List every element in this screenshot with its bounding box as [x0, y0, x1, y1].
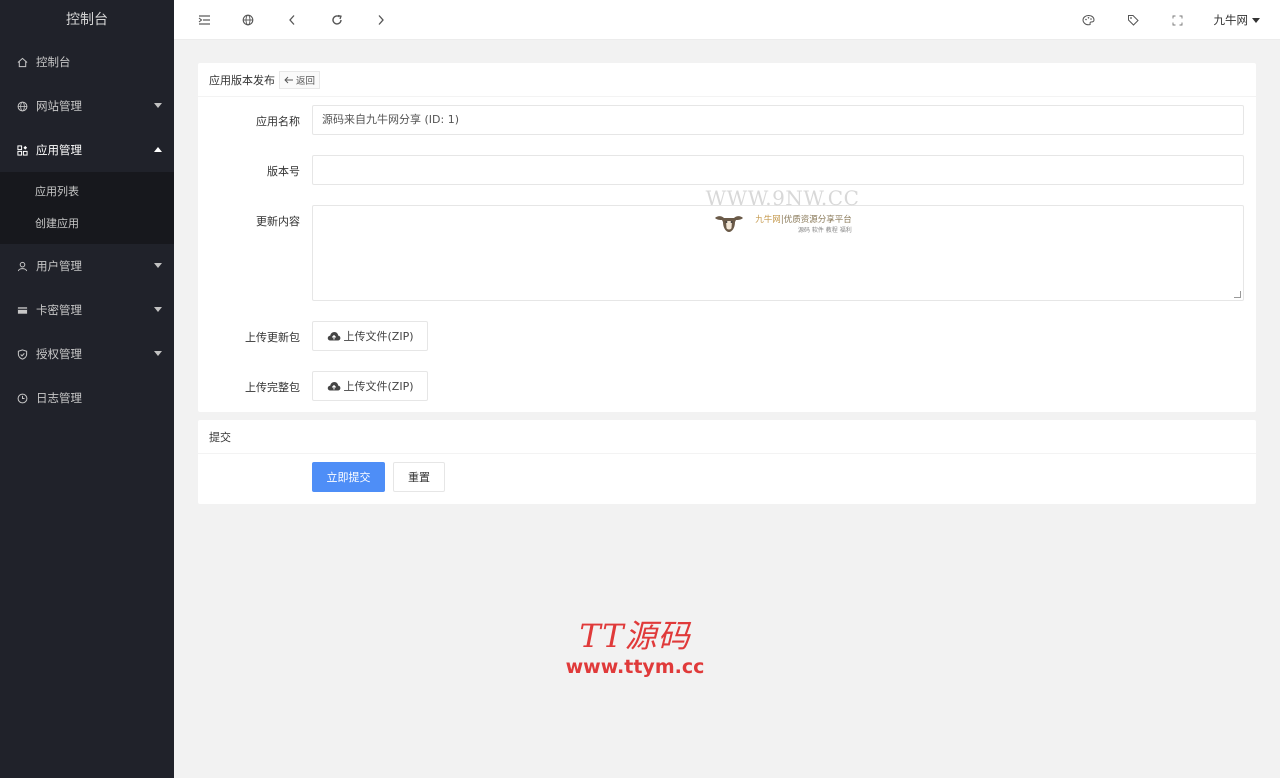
sidebar-item-label: 卡密管理 [36, 303, 82, 317]
upload-update-package-button[interactable]: 上传文件(ZIP) [312, 321, 428, 351]
cloud-upload-icon [327, 332, 340, 341]
sidebar: 控制台 控制台 网站管理 应用管理 应用列表 创建应用 用户管理 卡密管理 授权… [0, 0, 174, 778]
caret-down-icon [154, 103, 162, 108]
watermark-url: WWW.9NW.CC [705, 186, 860, 210]
sidebar-item-dashboard[interactable]: 控制台 [0, 40, 174, 84]
card-header: 应用版本发布 返回 [198, 63, 1256, 97]
sidebar-item-logs[interactable]: 日志管理 [0, 376, 174, 420]
watermark-tags: 源码 软件 教程 福利 [797, 226, 852, 234]
form-row-full-package: 上传完整包 上传文件(ZIP) [198, 371, 1256, 401]
app-name-input[interactable]: 源码来自九牛网分享 (ID: 1) [312, 105, 1244, 135]
sidebar-item-label: 用户管理 [36, 259, 82, 273]
form-row-version: 版本号 [198, 155, 1256, 185]
page-title: 应用版本发布 [209, 73, 275, 87]
resize-grip-icon[interactable] [1234, 291, 1241, 298]
sidebar-title[interactable]: 控制台 [0, 0, 174, 40]
sidebar-item-apps[interactable]: 应用管理 [0, 128, 174, 172]
user-icon [16, 260, 28, 272]
submenu-item-create-app[interactable]: 创建应用 [0, 208, 174, 240]
caret-down-icon [1252, 17, 1260, 23]
card-header: 提交 [198, 420, 1256, 454]
caret-down-icon [154, 307, 162, 312]
version-form-card: 应用版本发布 返回 应用名称 源码来自九牛网分享 (ID: 1) 版本号 更新内… [198, 63, 1256, 412]
version-input[interactable] [312, 155, 1244, 185]
clock-icon [16, 392, 28, 404]
sidebar-item-website[interactable]: 网站管理 [0, 84, 174, 128]
submit-button[interactable]: 立即提交 [312, 462, 385, 492]
upload-button-label: 上传文件(ZIP) [343, 380, 414, 393]
sidebar-item-label: 网站管理 [36, 99, 82, 113]
caret-down-icon [154, 351, 162, 356]
card-icon [16, 304, 28, 316]
sidebar-item-license[interactable]: 授权管理 [0, 332, 174, 376]
watermark-ttym-url: www.ttym.cc [565, 656, 705, 678]
globe-icon[interactable] [236, 0, 260, 40]
watermark-brand-row: 九牛网|优质资源分享平台 源码 软件 教程 福利 [700, 212, 865, 234]
sidebar-item-label: 应用管理 [36, 143, 82, 157]
form-row-app-name: 应用名称 源码来自九牛网分享 (ID: 1) [198, 105, 1256, 135]
version-label: 版本号 [267, 165, 300, 178]
back-button[interactable]: 返回 [279, 70, 321, 89]
caret-up-icon [154, 147, 162, 152]
form-row-update-package: 上传更新包 上传文件(ZIP) [198, 321, 1256, 351]
sidebar-item-label: 控制台 [36, 55, 71, 69]
palette-icon[interactable] [1076, 0, 1100, 40]
submit-card-title: 提交 [209, 430, 231, 444]
content-label: 更新内容 [256, 215, 300, 228]
menu-fold-icon[interactable] [192, 0, 216, 40]
globe-icon [16, 100, 28, 112]
sidebar-item-users[interactable]: 用户管理 [0, 244, 174, 288]
tag-icon[interactable] [1121, 0, 1145, 40]
sidebar-item-label: 日志管理 [36, 391, 82, 405]
sidebar-item-label: 授权管理 [36, 347, 82, 361]
arrow-left-icon [284, 76, 293, 83]
update-package-label: 上传更新包 [245, 331, 300, 344]
cow-logo-icon [715, 216, 744, 232]
shield-icon [16, 348, 28, 360]
chevron-right-icon[interactable] [369, 0, 393, 40]
upload-button-label: 上传文件(ZIP) [343, 330, 414, 343]
reset-button[interactable]: 重置 [393, 462, 445, 492]
watermark-brand: 九牛网|优质资源分享平台 [755, 214, 852, 225]
upload-full-package-button[interactable]: 上传文件(ZIP) [312, 371, 428, 401]
top-header: 九牛网 [174, 0, 1280, 40]
watermark-9nw: WWW.9NW.CC 九牛网|优质资源分享平台 源码 软件 教程 福利 [700, 186, 865, 234]
cloud-upload-icon [327, 382, 340, 391]
submit-card: 提交 立即提交 重置 [198, 420, 1256, 504]
user-name: 九牛网 [1213, 13, 1249, 27]
back-label: 返回 [296, 75, 316, 87]
apps-icon [16, 144, 28, 156]
user-menu[interactable]: 九牛网 [1213, 0, 1260, 40]
caret-down-icon [154, 263, 162, 268]
sidebar-item-cards[interactable]: 卡密管理 [0, 288, 174, 332]
apps-submenu: 应用列表 创建应用 [0, 172, 174, 244]
fullscreen-icon[interactable] [1165, 0, 1189, 40]
full-package-label: 上传完整包 [245, 381, 300, 394]
submenu-item-app-list[interactable]: 应用列表 [0, 176, 174, 208]
app-name-label: 应用名称 [256, 115, 300, 128]
chevron-left-icon[interactable] [280, 0, 304, 40]
watermark-ttym-name: TT源码 [579, 617, 691, 655]
refresh-icon[interactable] [325, 0, 349, 40]
watermark-ttym: TT源码 www.ttym.cc [560, 616, 710, 678]
home-icon [16, 56, 28, 68]
